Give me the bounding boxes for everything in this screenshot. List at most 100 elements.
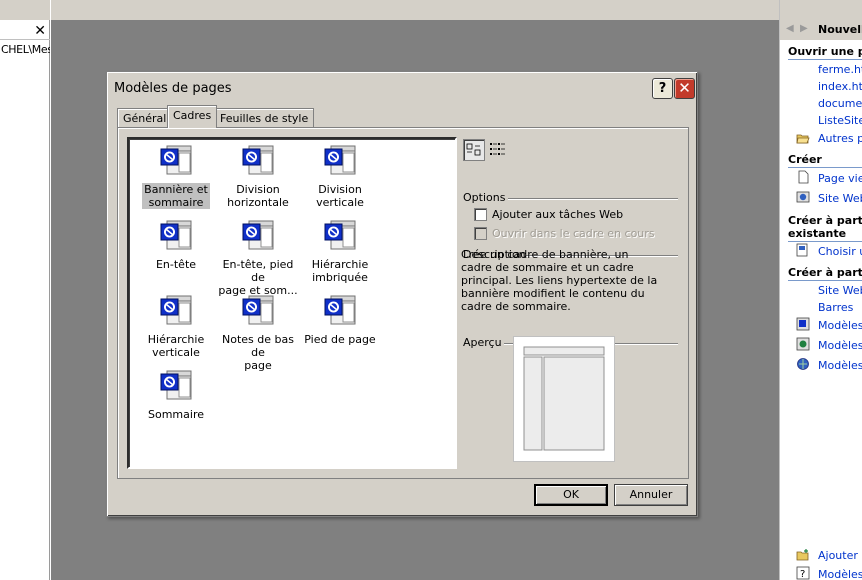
dialog-title: Modèles de pages: [114, 81, 232, 96]
template-item[interactable]: Notes de bas de page: [215, 293, 301, 372]
template-label-line1: Hiérarchie: [311, 258, 369, 271]
open-in-frame-label: Ouvrir dans le cadre en cours: [492, 227, 655, 240]
options-divider: [508, 198, 678, 200]
template-label: Bannière et sommaire: [142, 183, 210, 209]
preview-image: [513, 336, 615, 462]
link-listesites[interactable]: ListeSites: [818, 114, 862, 127]
frames-page-icon: [160, 220, 192, 250]
section-from-template: Créer à partir: [788, 266, 862, 279]
link-index[interactable]: index.htm: [818, 80, 862, 93]
help-button[interactable]: ?: [652, 78, 673, 99]
template-label-line1: Division verticale: [316, 183, 364, 209]
frames-page-icon: [160, 295, 192, 325]
list-view-icon: [490, 143, 505, 155]
tab-frames[interactable]: Cadres: [167, 105, 218, 128]
task-pane: ◀ ▶ Nouvelle Ouvrir une pa ferme.htm ind…: [779, 0, 862, 580]
section-divider: [788, 280, 862, 281]
template-label-line1: Division: [236, 183, 280, 196]
task-pane-header: ◀ ▶ Nouvelle: [780, 20, 862, 40]
task-pane-title[interactable]: Nouvelle: [818, 23, 862, 36]
template-label-line1: En-tête, pied de: [222, 258, 294, 284]
task-pane-top-strip: [780, 0, 862, 20]
section-divider: [788, 167, 862, 168]
link-sharepoint-templates[interactable]: Modèles s: [818, 359, 862, 372]
preview-label: Aperçu: [463, 336, 502, 349]
link-other-pages[interactable]: Autres pa: [818, 132, 862, 145]
template-label: Division verticale: [297, 183, 383, 209]
template-label-line1: Bannière et: [144, 183, 208, 196]
workspace-top-strip: [51, 0, 779, 20]
template-item[interactable]: Hiérarchie imbriquée: [297, 218, 383, 284]
web-site-icon: [796, 191, 810, 203]
link-templates-help[interactable]: Modèles d: [818, 568, 862, 580]
link-web-site[interactable]: Site Web: [818, 192, 862, 205]
template-item[interactable]: Hiérarchie verticale: [133, 293, 219, 359]
link-add-network-place[interactable]: Ajouter u: [818, 549, 862, 562]
section-from-existing: Créer à partir: [788, 214, 862, 227]
left-toolbar-strip: [0, 0, 50, 20]
details-view-button[interactable]: [486, 139, 508, 161]
ok-button[interactable]: OK: [534, 484, 608, 506]
frames-page-icon: [160, 370, 192, 400]
link-choose-page[interactable]: Choisir ur: [818, 245, 862, 258]
template-item[interactable]: Division horizontale: [215, 143, 301, 209]
template-list[interactable]: Bannière et sommaire Division horizontale Di…: [127, 137, 457, 469]
template-label: Hiérarchie verticale: [146, 333, 206, 359]
frames-page-icon: [324, 220, 356, 250]
tab-general[interactable]: Général: [117, 108, 173, 127]
template-label-line1: Notes de bas de: [222, 333, 294, 359]
close-button[interactable]: ✕: [674, 78, 695, 99]
sharepoint-templates-icon: [797, 358, 809, 370]
svg-text:?: ?: [800, 569, 805, 580]
close-icon[interactable]: ✕: [34, 22, 46, 40]
web-templates-icon: [796, 337, 810, 351]
template-label-line2: page: [244, 359, 272, 372]
link-template-bars[interactable]: Barres: [818, 301, 853, 314]
frames-page-icon: [160, 145, 192, 175]
template-label: Sommaire: [146, 408, 206, 421]
template-item[interactable]: Pied de page: [297, 293, 383, 346]
template-item[interactable]: Division verticale: [297, 143, 383, 209]
large-icons-icon: [466, 143, 481, 156]
open-in-frame-checkbox: [474, 227, 487, 240]
dialog-titlebar[interactable]: Modèles de pages ? ✕: [109, 74, 695, 101]
add-to-web-tasks-row[interactable]: Ajouter aux tâches Web: [474, 208, 623, 221]
template-label-line1: Sommaire: [148, 408, 204, 421]
template-label-line2: verticale: [152, 346, 200, 359]
template-label-line2: imbriquée: [312, 271, 368, 284]
template-item[interactable]: Sommaire: [133, 368, 219, 421]
template-item[interactable]: En-tête: [133, 218, 219, 271]
template-label: Division horizontale: [225, 183, 291, 209]
add-to-web-tasks-label: Ajouter aux tâches Web: [492, 208, 624, 221]
choose-page-icon: [796, 243, 808, 257]
template-label: En-tête: [154, 258, 198, 271]
folder-path-text[interactable]: CHEL\Mes: [1, 43, 50, 56]
frames-page-icon: [324, 295, 356, 325]
template-item[interactable]: En-tête, pied de page et som...: [215, 218, 301, 297]
add-to-web-tasks-checkbox[interactable]: [474, 208, 487, 221]
large-icons-view-button[interactable]: [463, 139, 485, 161]
template-label: Hiérarchie imbriquée: [310, 258, 370, 284]
forward-arrow-icon[interactable]: ▶: [800, 23, 808, 34]
link-document[interactable]: document: [818, 97, 862, 110]
template-label-line1: Pied de page: [304, 333, 376, 346]
open-in-frame-row: Ouvrir dans le cadre en cours: [474, 227, 655, 240]
section-open-page: Ouvrir une pa: [788, 45, 862, 58]
add-folder-icon: [796, 549, 809, 561]
cancel-button[interactable]: Annuler: [614, 484, 688, 506]
tab-style-sheets[interactable]: Feuilles de style: [214, 108, 315, 127]
page-templates-icon: [796, 317, 810, 331]
page-templates-dialog: Modèles de pages ? ✕ Général Cadres Feui…: [106, 71, 698, 517]
link-blank-page[interactable]: Page vier: [818, 172, 862, 185]
template-item[interactable]: Bannière et sommaire: [133, 143, 219, 209]
template-label: En-tête, pied de page et som...: [215, 258, 301, 297]
frame-layout-preview: [523, 346, 605, 451]
link-ferme[interactable]: ferme.htm: [818, 63, 862, 76]
link-template-site[interactable]: Site Web: [818, 284, 862, 297]
link-web-templates[interactable]: Modèles d: [818, 339, 862, 352]
link-page-templates[interactable]: Modèles d: [818, 319, 862, 332]
template-label-line1: En-tête: [155, 258, 197, 271]
open-folder-icon: [796, 134, 810, 144]
back-arrow-icon[interactable]: ◀: [786, 23, 794, 34]
left-panel: ✕ CHEL\Mes: [0, 0, 50, 580]
